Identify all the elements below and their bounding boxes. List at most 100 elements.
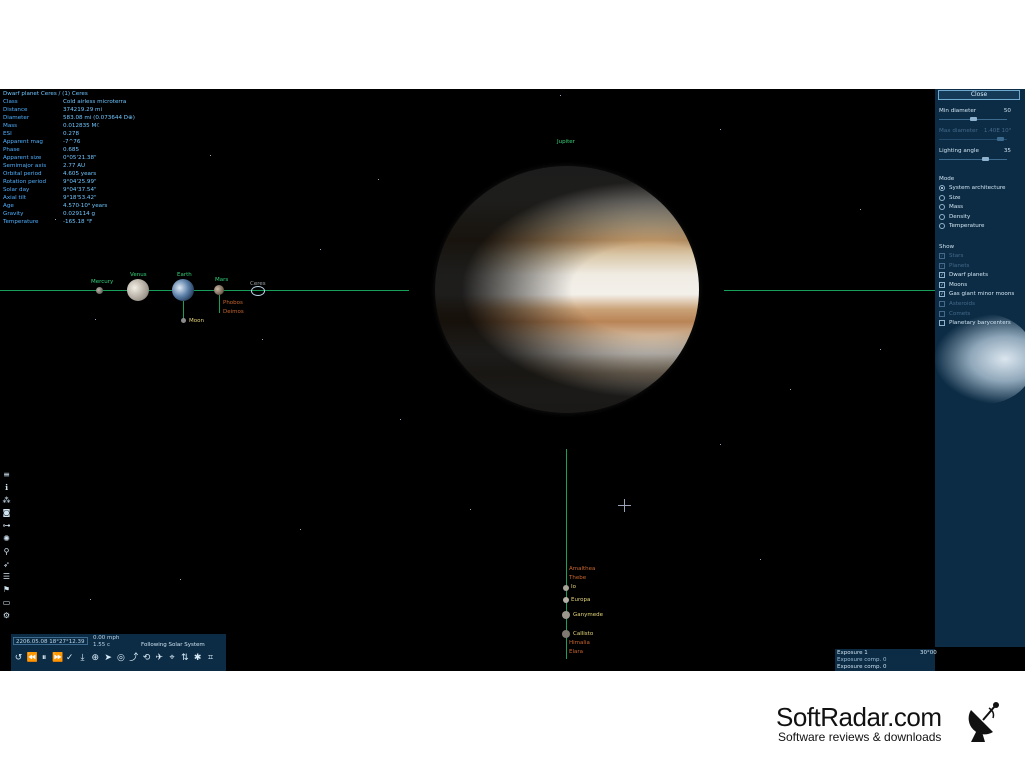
max-diameter-knob[interactable] — [996, 137, 1004, 141]
mercury-label[interactable]: Mercury — [91, 279, 113, 285]
time-reverse-icon[interactable]: ↺ — [14, 651, 23, 665]
himalia-label[interactable]: Himalia — [569, 640, 590, 646]
earth-label[interactable]: Earth — [177, 272, 192, 278]
mercury-planet[interactable] — [96, 287, 103, 294]
amalthea-label[interactable]: Amalthea — [569, 566, 595, 572]
thebe-label[interactable]: Thebe — [569, 575, 586, 581]
earth-planet[interactable] — [172, 279, 194, 301]
radio-button-icon[interactable] — [939, 223, 945, 230]
io-moon[interactable] — [563, 585, 569, 591]
show-option-label: Comets — [949, 310, 971, 317]
mode-option[interactable]: Size — [939, 194, 961, 201]
info-value: 0°05'21.38" — [63, 155, 97, 161]
europa-label[interactable]: Europa — [571, 597, 590, 603]
callisto-label[interactable]: Callisto — [573, 631, 593, 637]
min-diameter-knob[interactable] — [969, 117, 977, 121]
io-label[interactable]: Io — [571, 584, 576, 590]
ceres-selection-marker[interactable] — [251, 286, 265, 296]
info-value: 4.570·10⁹ years — [63, 203, 108, 209]
star — [95, 319, 96, 320]
radio-button-icon[interactable] — [939, 213, 945, 220]
checkbox-icon[interactable]: ✓ — [939, 281, 945, 288]
mars-label[interactable]: Mars — [215, 277, 228, 283]
star — [860, 209, 861, 210]
follow-icon[interactable]: ⤴ — [129, 651, 138, 665]
radio-button-icon[interactable] — [939, 194, 945, 201]
mars-planet[interactable] — [214, 285, 224, 295]
list-icon[interactable]: ☰ — [1, 571, 12, 582]
checkmark-icon[interactable]: ✓ — [65, 651, 74, 665]
info-key: Orbital period — [3, 171, 42, 177]
radio-button-icon[interactable] — [939, 204, 945, 211]
jupiter-planet[interactable] — [435, 166, 699, 413]
mode-option[interactable]: Mass — [939, 204, 963, 211]
show-option: Asteroids — [939, 301, 975, 307]
info-row: Rotation period 9°04'25.99" — [3, 178, 135, 186]
gear-icon[interactable]: ⚙ — [1, 610, 12, 621]
info-row: Phase 0.685 — [3, 146, 135, 154]
checkbox-icon[interactable]: ✓ — [939, 272, 945, 279]
show-option[interactable]: ✓ Gas giant minor moons — [939, 291, 1014, 298]
ganymede-label[interactable]: Ganymede — [573, 612, 603, 618]
star-icon[interactable]: ✱ — [193, 651, 202, 665]
planet-system-icon[interactable]: ⁂ — [1, 495, 12, 506]
deimos-label[interactable]: Deimos — [223, 309, 244, 315]
lighting-angle-slider[interactable] — [939, 157, 1007, 161]
landing-icon[interactable]: ⤓ — [78, 651, 87, 665]
max-diameter-slider[interactable] — [939, 137, 1007, 141]
show-option-label: Dwarf planets — [949, 272, 988, 279]
checkbox-icon[interactable]: ✓ — [939, 291, 945, 298]
orbit-icon[interactable]: ⊶ — [1, 520, 12, 531]
europa-moon[interactable] — [563, 597, 569, 603]
exposure-panel: Exposure 1 30°00 Exposure comp. 0 Exposu… — [835, 649, 937, 671]
galaxy-icon[interactable]: ✺ — [1, 533, 12, 544]
menu-icon[interactable]: ≡ — [1, 469, 12, 480]
show-option[interactable]: Planetary barycenters — [939, 320, 1011, 327]
mode-option[interactable]: Density — [939, 213, 970, 220]
orbit-camera-icon[interactable]: ⟲ — [142, 651, 151, 665]
checkbox-icon[interactable] — [939, 320, 945, 327]
min-diameter-slider[interactable] — [939, 117, 1007, 121]
datetime-field[interactable]: 2206.05.08 18°27°12.39 — [13, 637, 88, 645]
lighting-angle-knob[interactable] — [981, 157, 989, 161]
moon-label[interactable]: Moon — [189, 318, 204, 324]
flag-icon[interactable]: ⚑ — [1, 584, 12, 595]
ship-icon[interactable]: ➶ — [1, 559, 12, 570]
display-icon[interactable]: ▭ — [1, 597, 12, 608]
phobos-label[interactable]: Phobos — [223, 300, 243, 306]
show-heading: Show — [939, 244, 955, 250]
info-icon[interactable]: ℹ — [1, 482, 12, 493]
checkbox-icon — [939, 310, 945, 317]
mode-option[interactable]: Temperature — [939, 223, 984, 230]
mars-moons-line — [219, 295, 220, 313]
space-viewport[interactable]: Dwarf planet Ceres / (1) Ceres Class Cold… — [0, 89, 1025, 671]
venus-label[interactable]: Venus — [130, 272, 147, 278]
map-icon[interactable]: ⌗ — [206, 651, 215, 665]
callisto-moon[interactable] — [562, 630, 570, 638]
radio-button-icon[interactable] — [939, 185, 945, 191]
camera-icon[interactable]: ◙ — [1, 507, 12, 518]
select-icon[interactable]: ⊕ — [91, 651, 100, 665]
jupiter-label[interactable]: Jupiter — [557, 139, 575, 145]
close-button[interactable]: Close — [938, 90, 1020, 100]
show-option[interactable]: ✓ Dwarf planets — [939, 272, 988, 279]
track-icon[interactable]: ◎ — [116, 651, 125, 665]
venus-planet[interactable] — [127, 279, 149, 301]
info-value: -165.18 °F — [63, 219, 93, 225]
sync-icon[interactable]: ⇅ — [180, 651, 189, 665]
forward-icon[interactable]: ⏩ — [52, 651, 63, 665]
elara-label[interactable]: Elara — [569, 649, 583, 655]
mode-option[interactable]: System architecture — [939, 185, 1005, 191]
rewind-icon[interactable]: ⏪ — [27, 651, 38, 665]
ganymede-moon[interactable] — [562, 611, 570, 619]
mode-option-label: Size — [949, 194, 961, 201]
go-to-icon[interactable]: ➤ — [104, 651, 113, 665]
lock-icon[interactable]: ⌖ — [168, 651, 177, 665]
show-option[interactable]: ✓ Moons — [939, 281, 967, 288]
free-camera-icon[interactable]: ✈ — [155, 651, 164, 665]
ecliptic-line-right — [724, 290, 935, 291]
pause-icon[interactable]: ⏸ — [40, 651, 49, 665]
show-option: Comets — [939, 310, 971, 317]
moon-body[interactable] — [181, 318, 186, 323]
search-icon[interactable]: ⚲ — [1, 546, 12, 557]
